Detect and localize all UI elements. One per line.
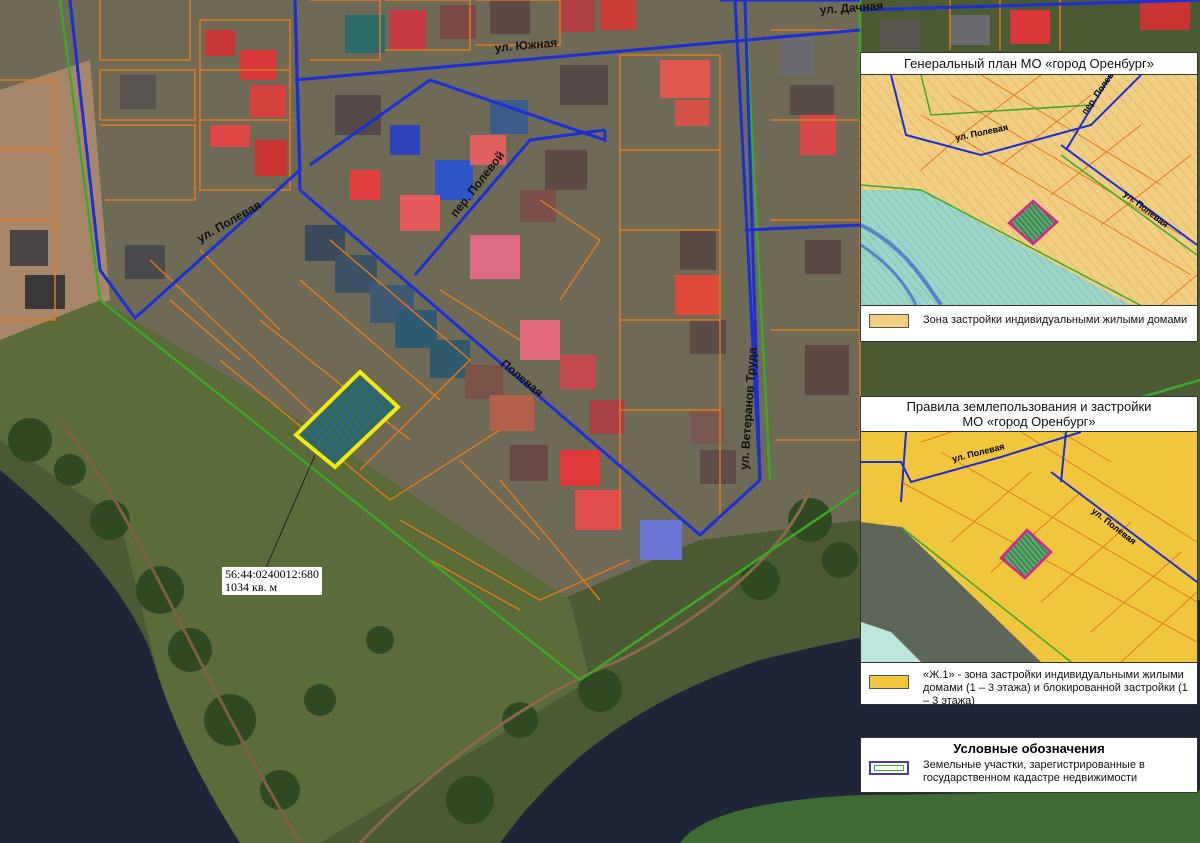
parcel-area: 1034 кв. м — [225, 580, 278, 594]
general-plan-legend-text: Зона застройки индивидуальными жилыми до… — [923, 314, 1188, 326]
land-use-legend-text: «Ж.1» - зона застройки индивидуальными ж… — [923, 669, 1188, 707]
land-use-rules-title-line2: МО «город Оренбург» — [962, 414, 1096, 429]
general-plan-legend: Зона застройки индивидуальными жилыми до… — [861, 305, 1197, 336]
general-plan-title: Генеральный план МО «город Оренбург» — [861, 53, 1197, 75]
legend-title: Условные обозначения — [953, 741, 1105, 756]
land-use-legend: «Ж.1» - зона застройки индивидуальными ж… — [861, 662, 1197, 714]
legend-item-text: Земельные участки, зарегистрированные в … — [923, 759, 1145, 784]
general-plan-panel: Генеральный план МО «город Оренбург» ул.… — [860, 52, 1198, 342]
parcel-label: 56:44:0240012:680 1034 кв. м — [222, 567, 323, 595]
general-plan-map: ул. Полевая пер. Полевой ул. Полевая — [861, 75, 1197, 305]
zone-zh1-swatch — [869, 675, 909, 689]
legend-item-cadastral: Земельные участки, зарегистрированные в … — [861, 756, 1197, 785]
land-use-rules-title: Правила землепользования и застройки МО … — [861, 397, 1197, 432]
map-legend: Условные обозначения Земельные участки, … — [860, 737, 1198, 793]
zone-light-swatch — [869, 314, 909, 328]
land-use-rules-map: ул. Полевая ул. Полевая — [861, 432, 1197, 662]
land-use-rules-panel: Правила землепользования и застройки МО … — [860, 396, 1198, 707]
cadastral-parcel-swatch — [869, 761, 909, 775]
land-use-rules-title-line1: Правила землепользования и застройки — [906, 399, 1152, 414]
